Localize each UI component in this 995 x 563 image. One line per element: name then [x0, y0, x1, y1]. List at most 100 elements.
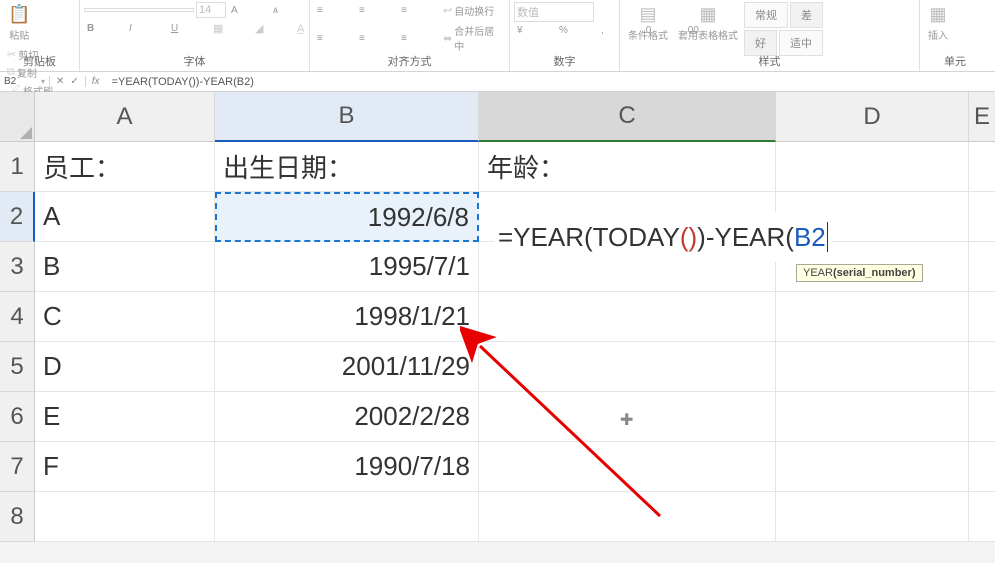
alignment-group-label: 对齐方式 — [310, 53, 509, 69]
column-header-A[interactable]: A — [35, 92, 215, 142]
cell-B6[interactable]: 2002/2/28 — [215, 392, 479, 442]
merge-button[interactable]: ⬌合并后居中 — [440, 22, 505, 54]
fill-color-button[interactable]: ◢ — [252, 21, 292, 36]
insert-icon: ▦ — [929, 4, 946, 25]
formula-text-mid: )-YEAR( — [697, 222, 794, 253]
font-color-icon: A̲ — [297, 23, 304, 35]
table-format-button[interactable]: ▦ 套用表格格式 — [674, 2, 742, 44]
formula-text-prefix: =YEAR(TODAY — [498, 222, 680, 253]
merge-label: 合并后居中 — [454, 23, 502, 53]
number-format-select[interactable]: 数值 — [514, 2, 594, 22]
formula-paren-open: ( — [680, 222, 689, 253]
column-header-B[interactable]: B — [215, 92, 479, 142]
font-group-label: 字体 — [80, 53, 309, 69]
function-tooltip: YEAR(serial_number) — [796, 264, 923, 282]
cell-cursor-icon: ✚ — [620, 410, 633, 430]
align-center-button[interactable]: ≡ — [356, 32, 396, 45]
cell-C8[interactable] — [479, 492, 776, 542]
cell-B4[interactable]: 1998/1/21 — [215, 292, 479, 342]
cell-D8[interactable] — [776, 492, 969, 542]
cell-A1[interactable]: 员工： — [35, 142, 215, 192]
row-header-8[interactable]: 8 — [0, 492, 35, 542]
cell-A2[interactable]: A — [35, 192, 215, 242]
worksheet[interactable]: ABCDE1员工：出生日期：年龄：2A1992/6/83B1995/7/14C1… — [0, 92, 995, 542]
decrease-font-button[interactable]: ᴀ — [270, 4, 310, 17]
percent-button[interactable]: % — [556, 24, 596, 37]
bold-button[interactable]: B — [84, 22, 124, 35]
align-left-button[interactable]: ≡ — [314, 32, 354, 45]
fx-icon[interactable]: fx — [86, 76, 106, 87]
underline-button[interactable]: U — [168, 22, 208, 35]
clipboard-group-label: 剪贴板 — [0, 53, 79, 69]
tooltip-func: YEAR — [803, 267, 833, 279]
cell-A7[interactable]: F — [35, 442, 215, 492]
cell-E1[interactable] — [969, 142, 995, 192]
border-button[interactable]: ▦ — [210, 21, 250, 36]
style-bad[interactable]: 差 — [790, 2, 823, 28]
insert-button[interactable]: ▦ 插入 — [924, 2, 952, 44]
cell-C5[interactable] — [479, 342, 776, 392]
row-header-4[interactable]: 4 — [0, 292, 35, 342]
align-bottom-button[interactable]: ≡ — [398, 4, 438, 17]
cell-E3[interactable] — [969, 242, 995, 292]
border-icon: ▦ — [213, 22, 223, 35]
font-size-select[interactable]: 14 — [196, 2, 226, 18]
row-header-6[interactable]: 6 — [0, 392, 35, 442]
wrap-text-button[interactable]: ↩自动换行 — [440, 2, 497, 19]
align-right-button[interactable]: ≡ — [398, 32, 438, 45]
style-normal[interactable]: 常规 — [744, 2, 788, 28]
cell-D1[interactable] — [776, 142, 969, 192]
cell-B5[interactable]: 2001/11/29 — [215, 342, 479, 392]
row-header-7[interactable]: 7 — [0, 442, 35, 492]
cell-E8[interactable] — [969, 492, 995, 542]
cell-D7[interactable] — [776, 442, 969, 492]
italic-button[interactable]: I — [126, 22, 166, 35]
paste-button[interactable]: 📋 粘贴 — [4, 2, 34, 44]
row-header-1[interactable]: 1 — [0, 142, 35, 192]
column-header-C[interactable]: C — [479, 92, 776, 142]
cell-B7[interactable]: 1990/7/18 — [215, 442, 479, 492]
cell-editor[interactable]: =YEAR(TODAY())-YEAR(B2 — [494, 212, 832, 262]
cell-A4[interactable]: C — [35, 292, 215, 342]
cell-E4[interactable] — [969, 292, 995, 342]
cells-group-label: 单元 — [920, 53, 990, 69]
column-header-E[interactable]: E — [969, 92, 995, 142]
select-all-corner[interactable] — [0, 92, 35, 142]
cell-B3[interactable]: 1995/7/1 — [215, 242, 479, 292]
cell-E2[interactable] — [969, 192, 995, 242]
cell-A8[interactable] — [35, 492, 215, 542]
text-cursor — [827, 222, 828, 252]
currency-button[interactable]: ¥ — [514, 24, 554, 37]
cell-D5[interactable] — [776, 342, 969, 392]
row-header-5[interactable]: 5 — [0, 342, 35, 392]
row-header-2[interactable]: 2 — [0, 192, 35, 242]
ribbon-group-styles: ▤ 条件格式 ▦ 套用表格格式 常规 差 好 适中 样式 — [620, 0, 920, 71]
cell-B2[interactable]: 1992/6/8 — [215, 192, 479, 242]
cell-E5[interactable] — [969, 342, 995, 392]
ribbon-group-number: 数值 ¥ % , .0 .00 数字 — [510, 0, 620, 71]
cell-C4[interactable] — [479, 292, 776, 342]
fill-icon: ◢ — [255, 22, 263, 35]
ribbon: 📋 粘贴 ✂剪切 ⧉复制 🖌格式刷 剪贴板 14 A ᴀ B I U — [0, 0, 995, 72]
cell-D4[interactable] — [776, 292, 969, 342]
cell-A6[interactable]: E — [35, 392, 215, 442]
cell-C1[interactable]: 年龄： — [479, 142, 776, 192]
cell-D6[interactable] — [776, 392, 969, 442]
conditional-format-button[interactable]: ▤ 条件格式 — [624, 2, 672, 44]
font-family-select[interactable] — [84, 8, 194, 12]
increase-font-button[interactable]: A — [228, 4, 268, 17]
ribbon-group-cells: ▦ 插入 单元 — [920, 0, 990, 71]
align-top-button[interactable]: ≡ — [314, 4, 354, 17]
formula-input[interactable]: =YEAR(TODAY())-YEAR(B2) — [106, 76, 995, 88]
align-middle-button[interactable]: ≡ — [356, 4, 396, 17]
cell-E6[interactable] — [969, 392, 995, 442]
paste-icon: 📋 — [8, 4, 30, 25]
cell-B8[interactable] — [215, 492, 479, 542]
cell-E7[interactable] — [969, 442, 995, 492]
row-header-3[interactable]: 3 — [0, 242, 35, 292]
cell-A5[interactable]: D — [35, 342, 215, 392]
cell-A3[interactable]: B — [35, 242, 215, 292]
cell-B1[interactable]: 出生日期： — [215, 142, 479, 192]
column-header-D[interactable]: D — [776, 92, 969, 142]
cell-C7[interactable] — [479, 442, 776, 492]
